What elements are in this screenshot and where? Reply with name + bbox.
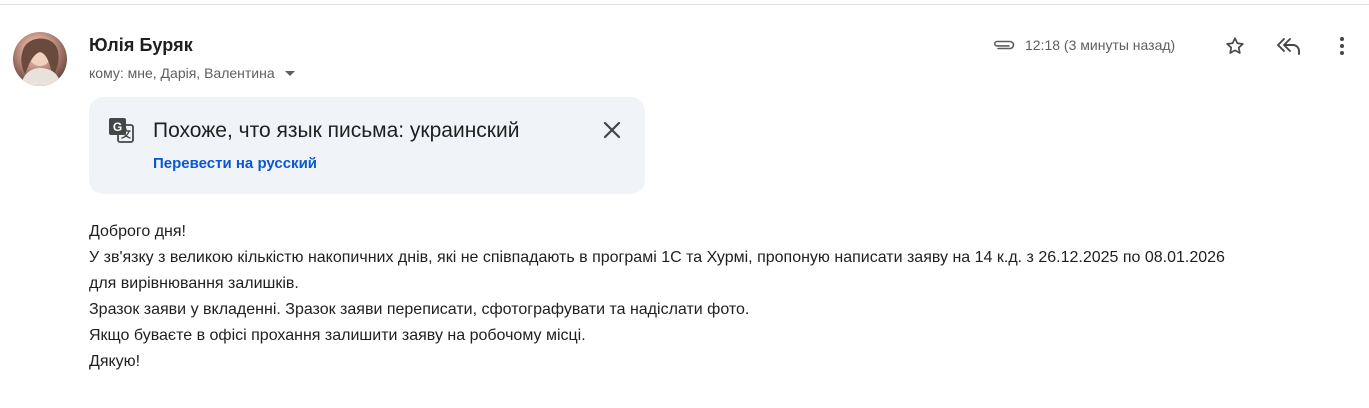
- paperclip-icon: [991, 37, 1017, 53]
- chevron-down-icon[interactable]: [284, 71, 295, 76]
- body-line: Дякую!: [89, 353, 141, 370]
- top-divider: [0, 4, 1369, 5]
- reply-all-button[interactable]: [1275, 32, 1303, 60]
- body-line: для вирівнювання залишків.: [89, 275, 299, 292]
- close-icon: [603, 121, 621, 139]
- message-body: Доброго дня! У зв'язку з великою кількіс…: [89, 219, 1359, 375]
- reply-all-icon: [1277, 38, 1300, 55]
- translate-icon: G: [107, 116, 135, 144]
- body-line: Зразок заяви у вкладенні. Зразок заяви п…: [89, 301, 750, 318]
- message-time: 12:18 (3 минуты назад): [1025, 37, 1176, 53]
- body-line: Доброго дня!: [89, 223, 186, 240]
- more-vert-icon: [1340, 37, 1344, 55]
- translate-banner: G Похоже, что язык письма: украинский Пе…: [89, 97, 645, 194]
- close-translate-button[interactable]: [599, 117, 625, 143]
- recipients-details[interactable]: кому: мне, Дарія, Валентина: [89, 65, 295, 81]
- svg-text:G: G: [113, 120, 122, 134]
- body-line: Якщо буваєте в офісі прохання залишити з…: [89, 327, 586, 344]
- star-icon: [1226, 37, 1244, 54]
- translate-message: Похоже, что язык письма: украинский: [153, 119, 520, 142]
- star-button[interactable]: [1221, 32, 1249, 60]
- sender-avatar[interactable]: [13, 32, 67, 86]
- more-options-button[interactable]: [1328, 32, 1356, 60]
- sender-name[interactable]: Юлія Буряк: [89, 35, 193, 56]
- translate-to-russian-link[interactable]: Перевести на русский: [153, 155, 317, 172]
- recipients-text: кому: мне, Дарія, Валентина: [89, 65, 275, 81]
- body-line: У зв'язку з великою кількістю накопичних…: [89, 249, 1225, 266]
